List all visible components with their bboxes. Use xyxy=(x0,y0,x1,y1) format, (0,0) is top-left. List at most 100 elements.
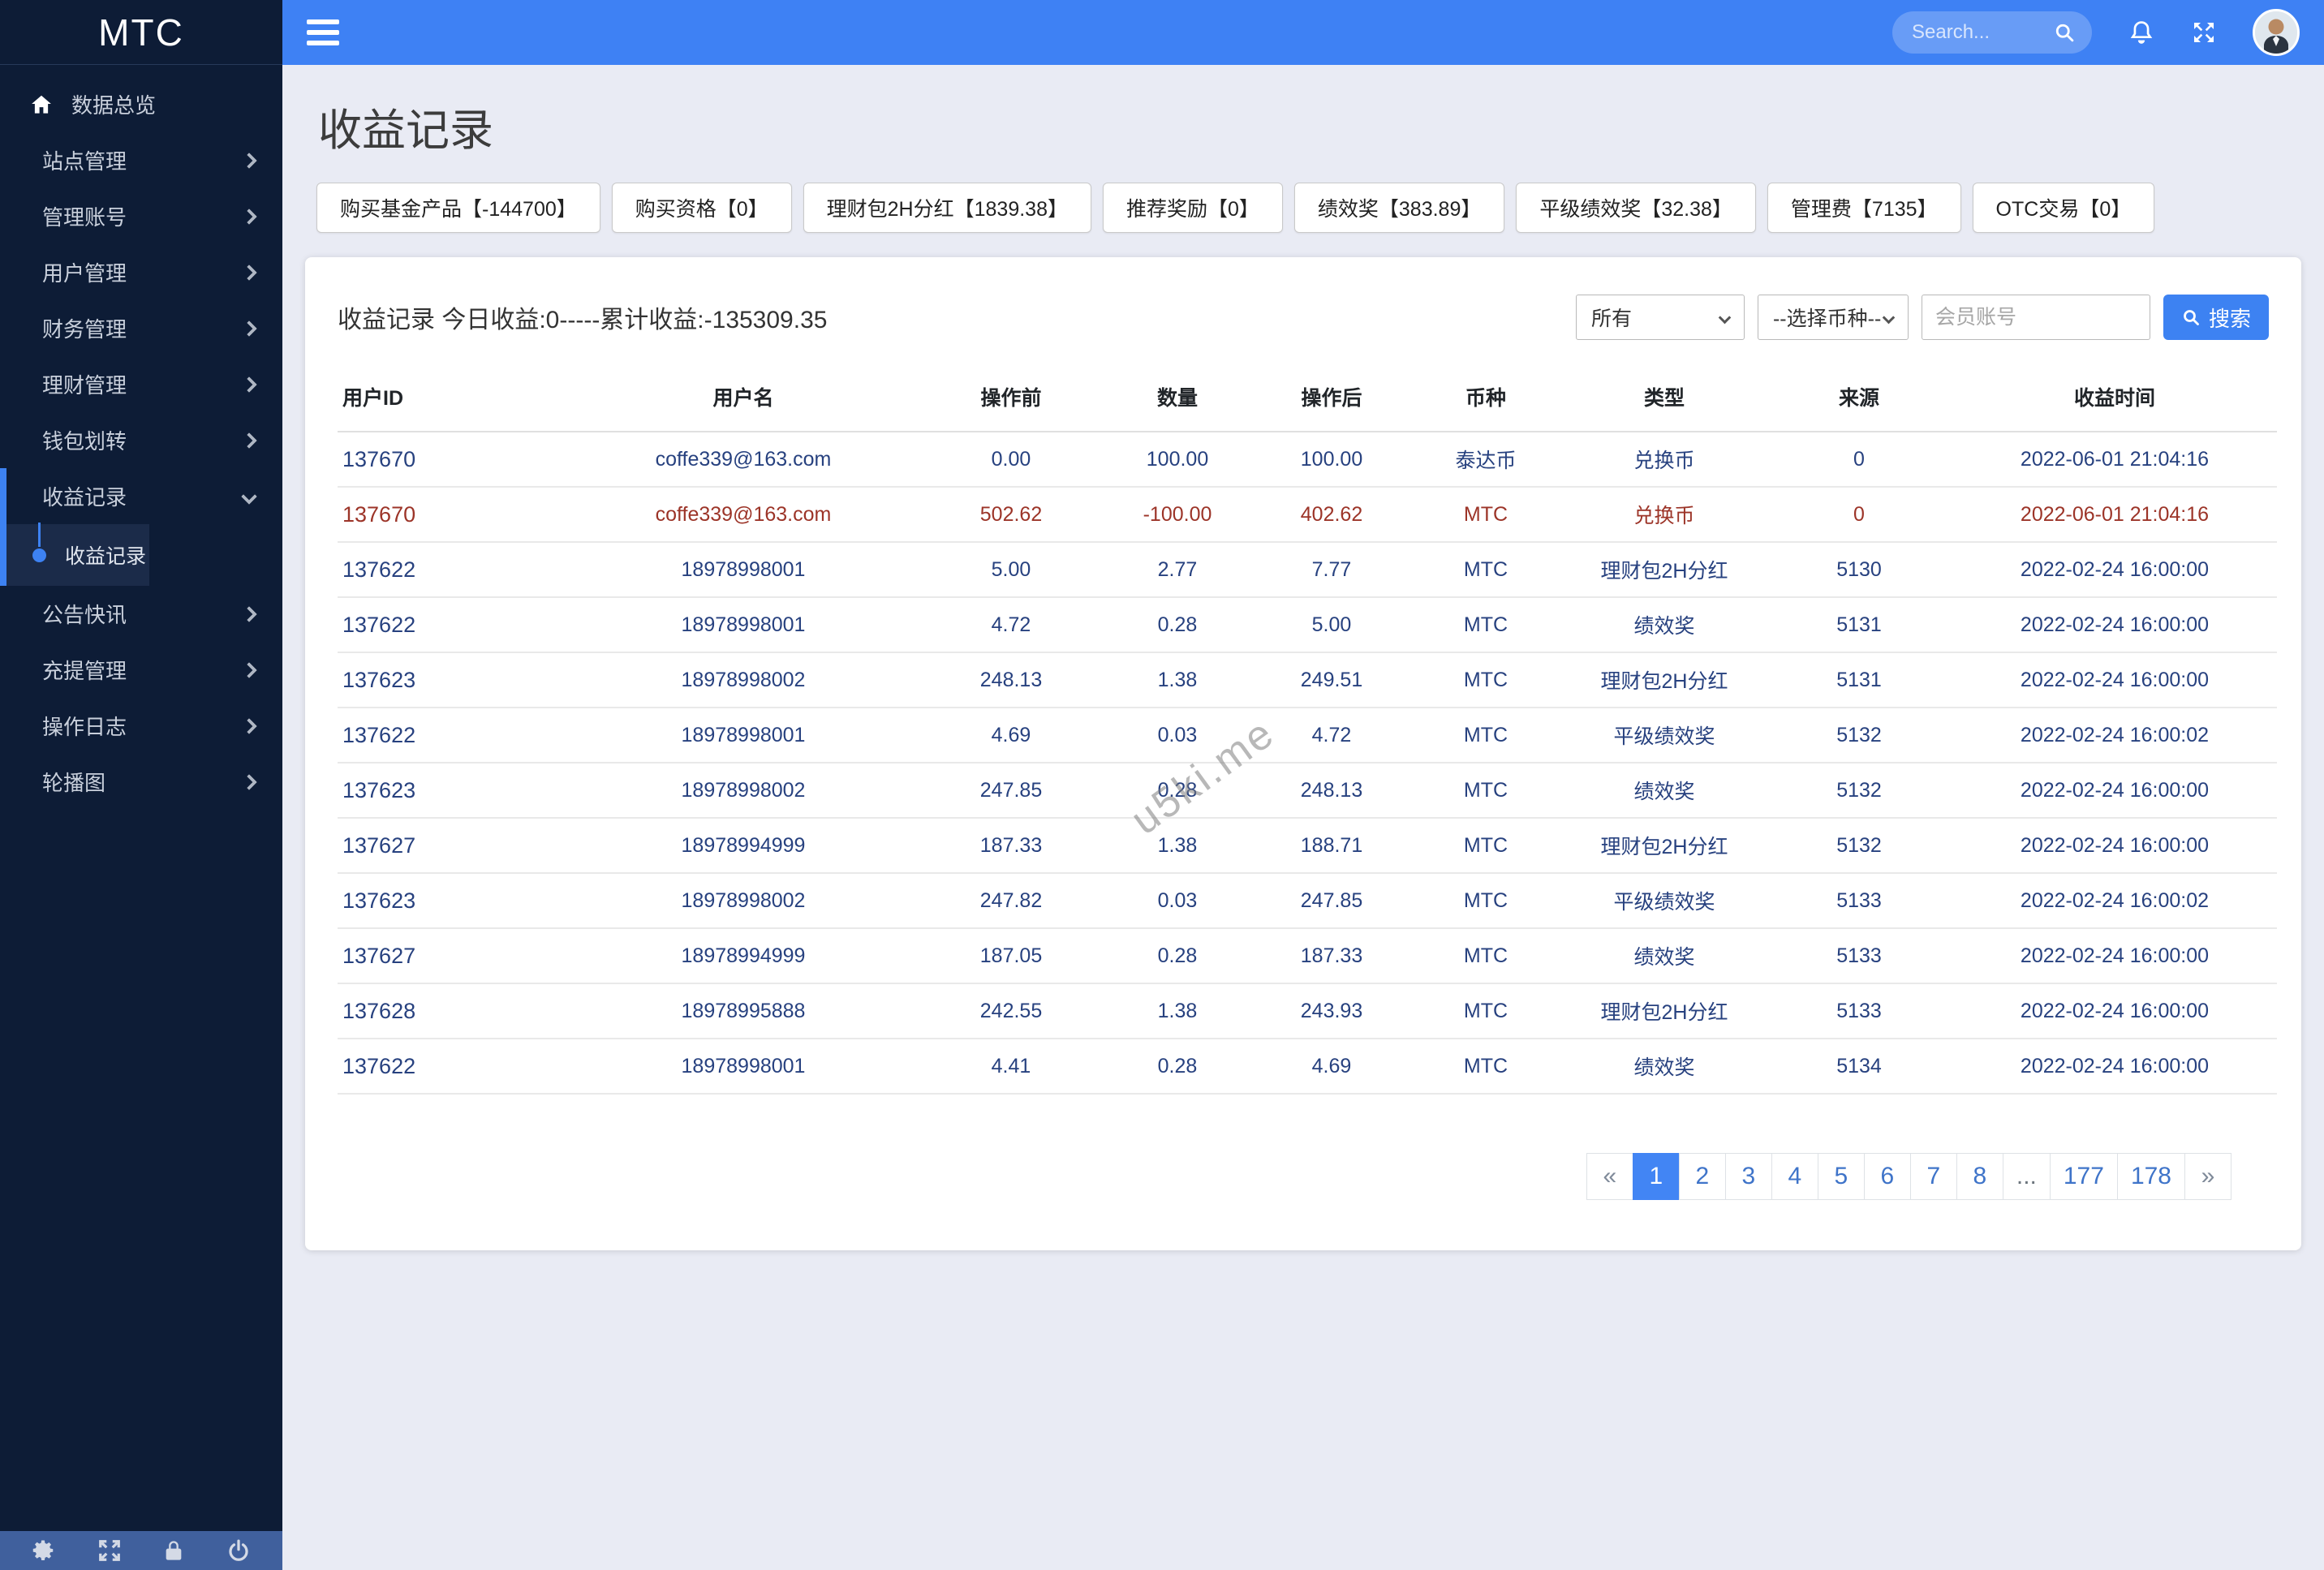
table-cell: 0.03 xyxy=(1100,708,1255,763)
table-cell: 兑换币 xyxy=(1563,487,1766,543)
pagination-next[interactable]: » xyxy=(2184,1153,2231,1200)
sidebar-item[interactable]: 站点管理 xyxy=(0,132,282,188)
member-account-input[interactable] xyxy=(1921,295,2150,340)
table-cell: 0.28 xyxy=(1100,1039,1255,1095)
pagination-page[interactable]: 2 xyxy=(1678,1153,1726,1200)
type-filter-select[interactable]: 所有 xyxy=(1575,295,1745,340)
sidebar-item[interactable]: 公告快讯 xyxy=(0,586,282,642)
stat-button[interactable]: 购买基金产品【-144700】 xyxy=(316,183,600,233)
sidebar-item[interactable]: 钱包划转 xyxy=(0,412,282,468)
sidebar-item-label: 钱包划转 xyxy=(42,429,127,454)
table-cell: 248.13 xyxy=(1255,763,1409,819)
column-header: 用户ID xyxy=(338,369,565,432)
filters: 所有 --选择币种-- 搜索 xyxy=(1575,295,2269,340)
pagination-page[interactable]: 6 xyxy=(1863,1153,1911,1200)
sidebar-item[interactable]: 财务管理 xyxy=(0,300,282,356)
pagination-page[interactable]: 178 xyxy=(2116,1153,2185,1200)
pagination-page[interactable]: 5 xyxy=(1817,1153,1865,1200)
table-cell: 0.03 xyxy=(1100,873,1255,929)
pagination-page[interactable]: 3 xyxy=(1724,1153,1772,1200)
table-cell: 2.77 xyxy=(1100,542,1255,598)
power-icon[interactable] xyxy=(226,1538,251,1563)
table-cell: 18978998002 xyxy=(565,873,922,929)
stat-button[interactable]: 绩效奖【383.89】 xyxy=(1293,183,1505,233)
chevron-right-icon xyxy=(241,717,257,734)
pagination-page[interactable]: 177 xyxy=(2049,1153,2118,1200)
coin-filter-value: --选择币种-- xyxy=(1772,308,1882,330)
table-cell: 2022-02-24 16:00:00 xyxy=(1952,983,2277,1039)
home-icon xyxy=(29,92,54,117)
expand-icon[interactable] xyxy=(2191,19,2217,45)
sidebar-item[interactable]: 轮播图 xyxy=(0,754,282,810)
sidebar-item[interactable]: 充提管理 xyxy=(0,642,282,698)
lock-icon[interactable] xyxy=(162,1539,185,1562)
table-cell: 18978995888 xyxy=(565,983,922,1039)
table-cell: 187.33 xyxy=(1255,928,1409,984)
sidebar-item-label: 收益记录 xyxy=(42,485,127,510)
table-cell: 187.33 xyxy=(922,818,1100,874)
sidebar-footer xyxy=(0,1531,282,1570)
table-cell: 理财包2H分红 xyxy=(1563,542,1766,598)
chevron-right-icon xyxy=(241,208,257,225)
table-row: 137628 18978995888 242.55 1.38 243.93 MTC 理财包2… xyxy=(338,983,2277,1039)
pagination-prev[interactable]: « xyxy=(1586,1153,1633,1200)
sidebar-item[interactable]: 收益记录 xyxy=(6,468,282,524)
chevron-down-icon xyxy=(1718,311,1732,324)
brand-logo[interactable]: MTC xyxy=(0,0,282,65)
table-cell: 5130 xyxy=(1766,542,1952,598)
table-cell: 4.69 xyxy=(922,708,1100,763)
stat-button[interactable]: 购买资格【0】 xyxy=(611,183,792,233)
table-cell: 5132 xyxy=(1766,763,1952,819)
sidebar-subitem[interactable]: 收益记录 xyxy=(6,522,149,586)
sidebar-item[interactable]: 数据总览 xyxy=(0,76,282,132)
table-row: 137627 18978994999 187.33 1.38 188.71 MTC 理财包2… xyxy=(338,818,2277,874)
stat-button[interactable]: 平级绩效奖【32.38】 xyxy=(1516,183,1756,233)
table-cell: 绩效奖 xyxy=(1563,597,1766,653)
table-row: 137670 coffe339@163.com 0.00 100.00 100.00 泰达… xyxy=(338,432,2277,488)
table-cell: 理财包2H分红 xyxy=(1563,983,1766,1039)
stat-button[interactable]: 推荐奖励【0】 xyxy=(1102,183,1283,233)
stat-button[interactable]: 理财包2H分红【1839.38】 xyxy=(803,183,1091,233)
chevron-right-icon xyxy=(241,432,257,449)
sidebar-item[interactable]: 操作日志 xyxy=(0,698,282,754)
sidebar-item-label: 轮播图 xyxy=(42,771,106,795)
table-row: 137623 18978998002 248.13 1.38 249.51 MTC 理财包2… xyxy=(338,652,2277,708)
table-cell: MTC xyxy=(1409,983,1563,1039)
chevron-right-icon xyxy=(241,605,257,622)
table-cell: 2022-02-24 16:00:02 xyxy=(1952,873,2277,929)
search-button[interactable]: 搜索 xyxy=(2163,295,2269,340)
table-cell: coffe339@163.com xyxy=(565,432,922,488)
stat-button[interactable]: 管理费【7135】 xyxy=(1767,183,1961,233)
table-cell: 187.05 xyxy=(922,928,1100,984)
sidebar-item[interactable]: 管理账号 xyxy=(0,188,282,244)
table-cell: 247.85 xyxy=(922,763,1100,819)
bell-icon[interactable] xyxy=(2128,19,2155,46)
pagination-page[interactable]: 4 xyxy=(1771,1153,1818,1200)
type-filter-value: 所有 xyxy=(1590,308,1632,330)
pagination-page[interactable]: 8 xyxy=(1956,1153,2003,1200)
table-cell: 2022-02-24 16:00:02 xyxy=(1952,708,2277,763)
sidebar-item[interactable]: 理财管理 xyxy=(0,356,282,412)
pagination-page[interactable]: 1 xyxy=(1632,1153,1680,1200)
table-row: 137622 18978998001 4.69 0.03 4.72 MTC 平级绩效奖 513… xyxy=(338,708,2277,763)
table-cell: 1.38 xyxy=(1100,818,1255,874)
table-cell: 248.13 xyxy=(922,652,1100,708)
expand-icon[interactable] xyxy=(97,1538,122,1563)
stat-button[interactable]: OTC交易【0】 xyxy=(1972,183,2155,233)
sidebar-item[interactable]: 用户管理 xyxy=(0,244,282,300)
table-cell: 0.28 xyxy=(1100,763,1255,819)
sidebar: MTC 数据总览 站点管理 管理账号 用户管理 财务管理 理财管理 钱包划转 收益记录 收益记录… xyxy=(0,0,282,1570)
pagination-page[interactable]: 7 xyxy=(1909,1153,1957,1200)
search-icon[interactable] xyxy=(2053,21,2076,44)
user-avatar[interactable] xyxy=(2253,9,2300,56)
table-cell: MTC xyxy=(1409,763,1563,819)
table-cell: 5133 xyxy=(1766,928,1952,984)
coin-filter-select[interactable]: --选择币种-- xyxy=(1757,295,1909,340)
hamburger-menu-icon[interactable] xyxy=(307,19,339,45)
table-cell: 18978998002 xyxy=(565,763,922,819)
chevron-right-icon xyxy=(241,773,257,790)
gear-icon[interactable] xyxy=(32,1538,56,1563)
table-cell: 绩效奖 xyxy=(1563,1039,1766,1095)
table-cell: 2022-06-01 21:04:16 xyxy=(1952,432,2277,488)
topbar-search-input[interactable] xyxy=(1912,21,2053,44)
